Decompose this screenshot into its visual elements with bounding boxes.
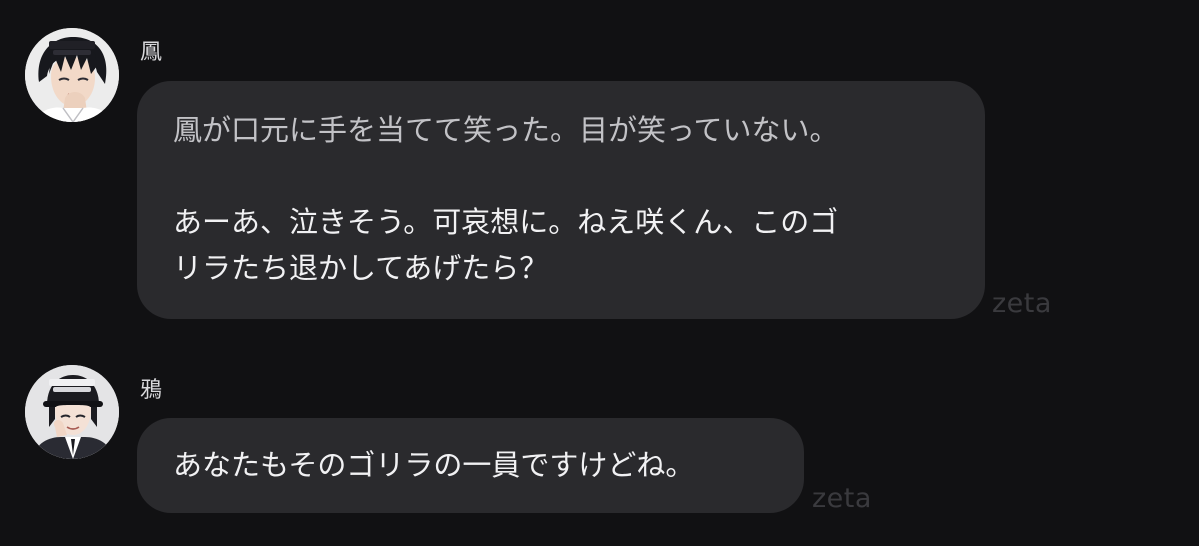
character-avatar[interactable] xyxy=(25,28,119,122)
chat-message: 鴉 あなたもそのゴリラの一員ですけどね。 zeta xyxy=(0,355,1199,535)
character-name: 鳳 xyxy=(140,40,163,65)
character-avatar[interactable] xyxy=(25,365,119,459)
narration-text: 鳳が口元に手を当てて笑った。目が笑っていない。 xyxy=(173,113,839,147)
avatar-image xyxy=(25,365,119,459)
character-name: 鴉 xyxy=(140,378,163,403)
dialogue-line: あーあ、泣きそう。可哀想に。ねえ咲くん、このゴ xyxy=(173,205,839,239)
chat-message: 鳳 鳳が口元に手を当てて笑った。目が笑っていない。 あーあ、泣きそう。可哀想に。… xyxy=(0,0,1199,330)
zeta-watermark: zeta xyxy=(992,288,1052,319)
zeta-watermark: zeta xyxy=(812,483,872,514)
message-bubble: あなたもそのゴリラの一員ですけどね。 xyxy=(137,418,804,513)
dialogue-line: あなたもそのゴリラの一員ですけどね。 xyxy=(173,448,695,482)
dialogue-line: リラたち退かしてあげたら？ xyxy=(173,251,549,285)
avatar-image xyxy=(25,28,119,122)
message-bubble: 鳳が口元に手を当てて笑った。目が笑っていない。 あーあ、泣きそう。可哀想に。ねえ… xyxy=(137,81,985,319)
